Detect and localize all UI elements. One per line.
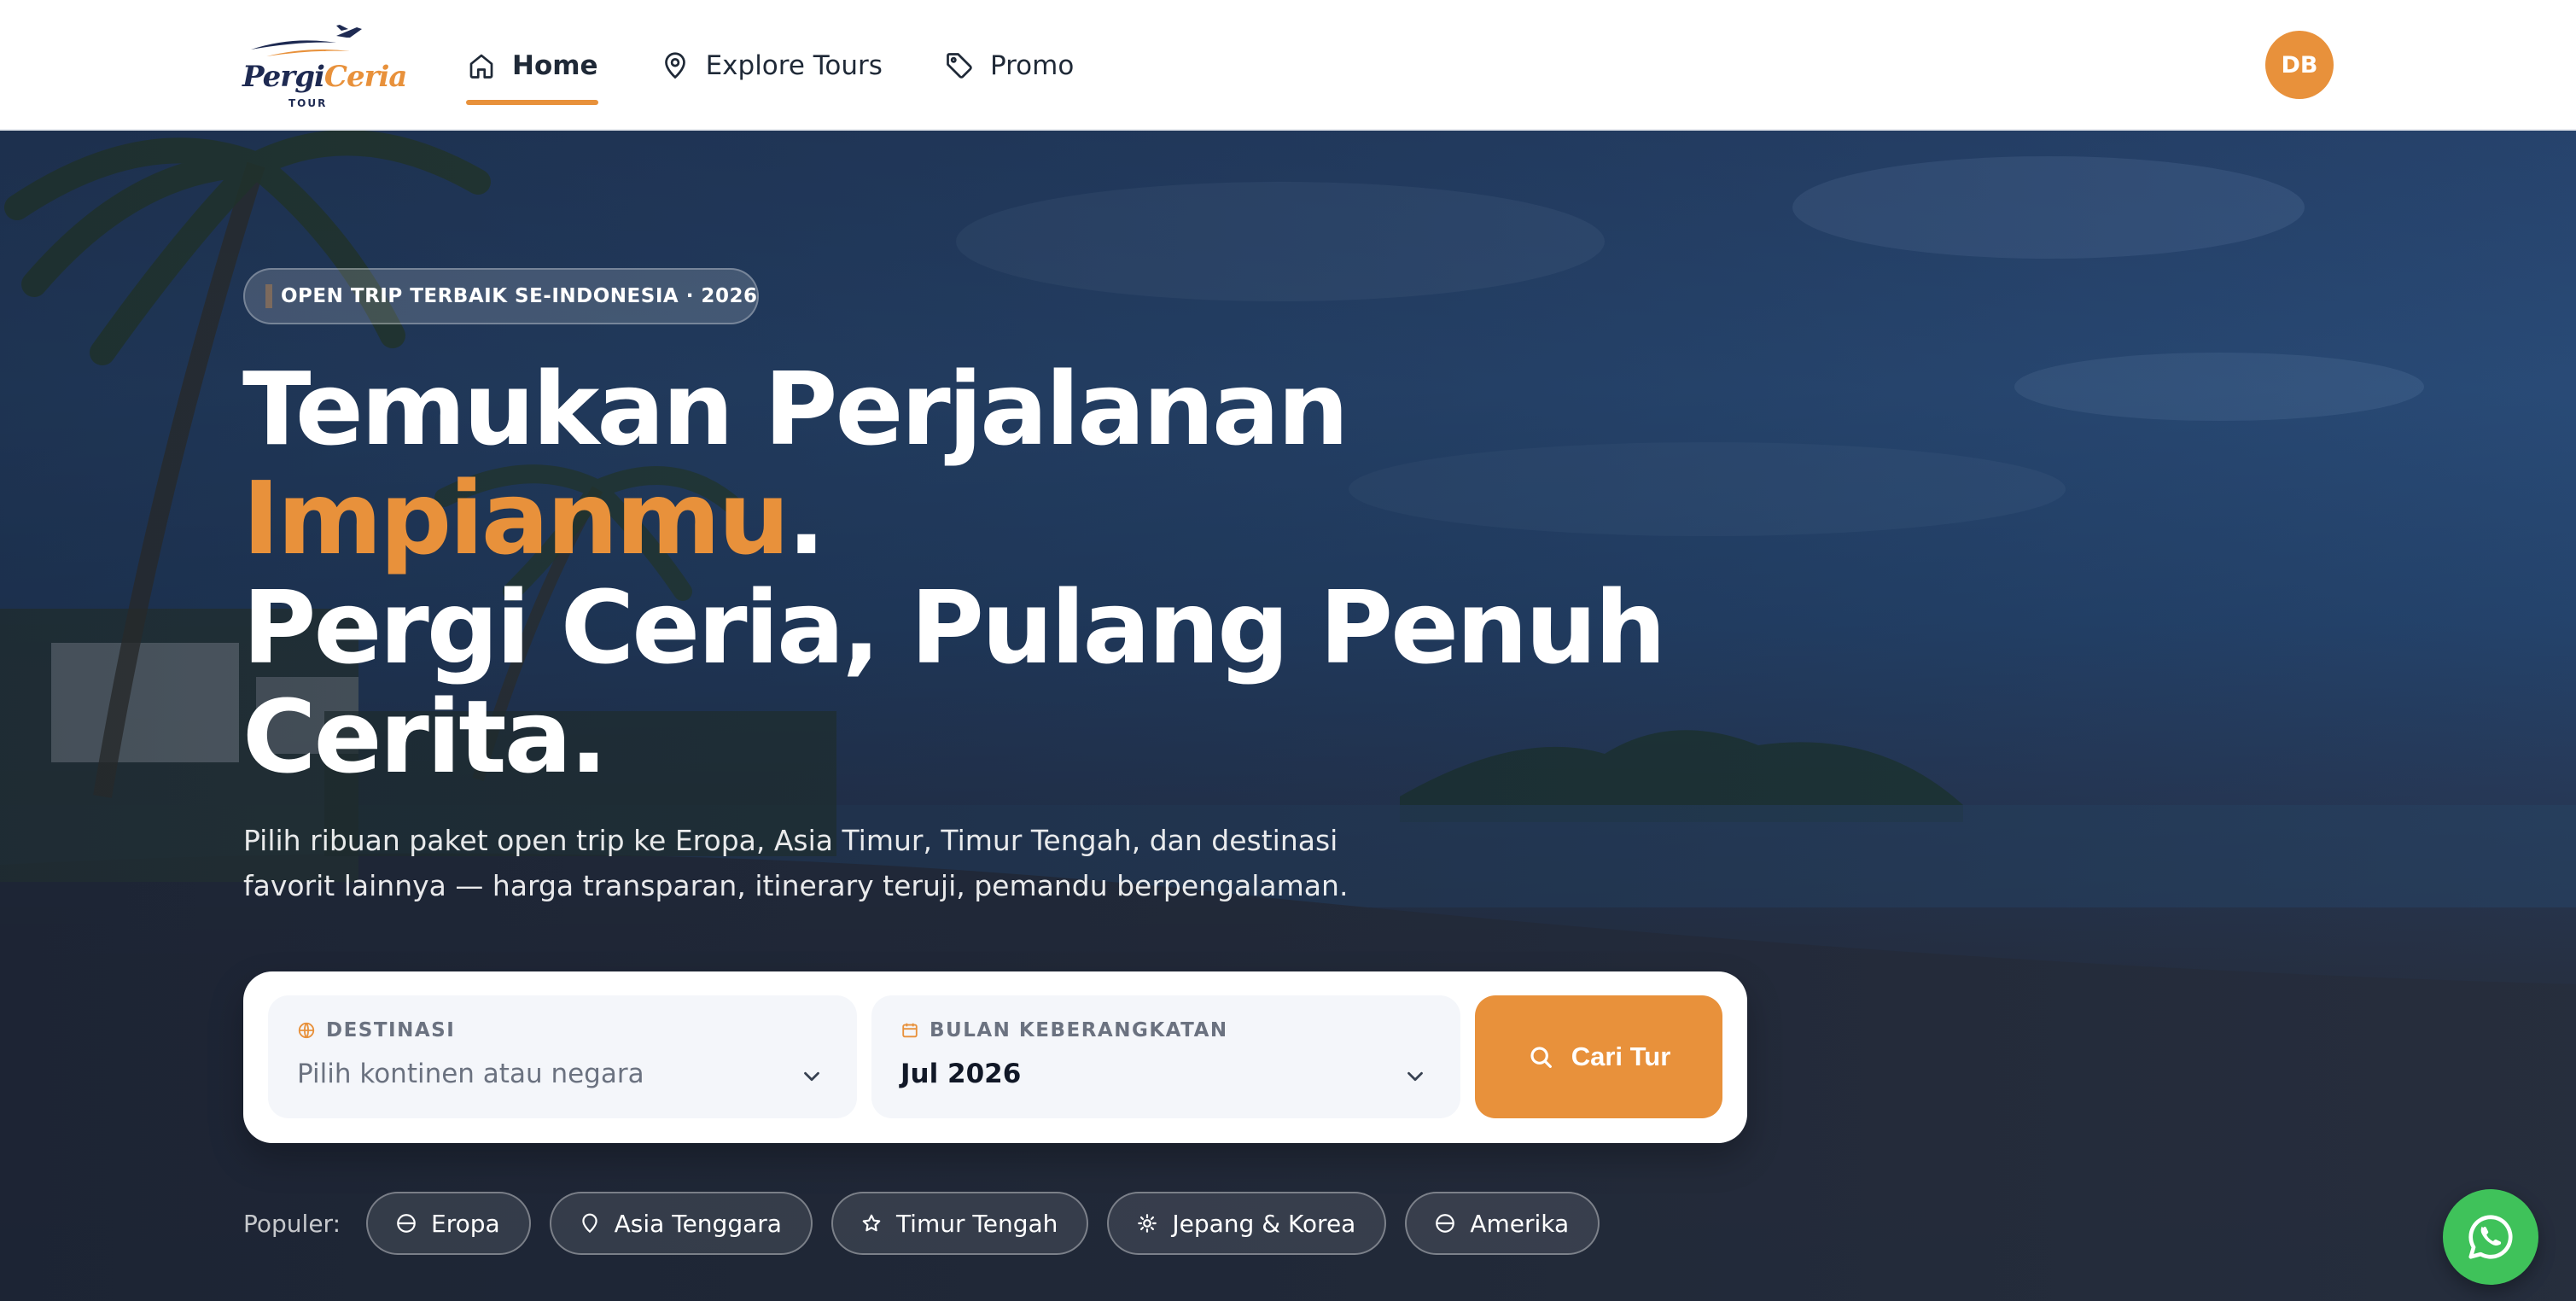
hero-section: OPEN TRIP TERBAIK SE-INDONESIA · 2026 Te… [0,131,2576,1301]
map-pin-icon [581,1213,597,1234]
chip-eropa[interactable]: Eropa [366,1192,531,1255]
chip-label: Jepang & Korea [1172,1209,1356,1238]
destination-label: DESTINASI [326,1019,456,1041]
nav-promo[interactable]: Promo [944,0,1074,131]
headline-line-2: Impianmu. [242,464,1608,573]
nav-promo-label: Promo [989,50,1075,81]
search-icon [1530,1047,1552,1068]
popular-label: Populer: [243,1209,341,1238]
whatsapp-icon [2468,1215,2513,1259]
month-label: BULAN KEBERANGKATAN [930,1019,1228,1041]
month-value: Jul 2026 [900,1059,1022,1089]
chip-amerika[interactable]: Amerika [1405,1192,1600,1255]
month-label-row: BULAN KEBERANGKATAN [900,1019,1431,1041]
chevron-down-icon [1407,1071,1423,1082]
headline-accent: Impianmu [242,459,790,577]
search-button-label: Cari Tur [1571,1041,1671,1071]
hero-subtitle-line-2: favorit lainnya — harga transparan, itin… [243,869,1349,902]
chip-label: Asia Tenggara [614,1209,782,1238]
headline-line-3: Pergi Ceria, Pulang Penuh [242,569,1666,686]
nav-explore-tours[interactable]: Explore Tours [660,0,883,131]
chip-label: Timur Tengah [895,1209,1058,1238]
map-pin-icon [664,51,685,79]
chip-jepang-korea[interactable]: Jepang & Korea [1107,1192,1387,1255]
user-avatar[interactable]: DB [2265,31,2334,99]
top-navbar: PergiCeria TOUR Home Explore Tours Promo… [0,0,2576,131]
globe-icon [1436,1214,1455,1233]
globe-icon [298,1022,315,1039]
headline-line-1: Temukan Perjalanan [242,350,1349,468]
destination-select[interactable]: DESTINASI Pilih kontinen atau negara [268,995,857,1118]
main-nav: Home Explore Tours Promo [466,0,1074,131]
nav-home[interactable]: Home [466,0,598,131]
headline-line-4: Cerita. [242,678,608,796]
chip-timur-tengah[interactable]: Timur Tengah [830,1192,1089,1255]
whatsapp-chat-button[interactable] [2443,1189,2538,1285]
logo-subtitle: TOUR [288,97,328,109]
home-icon [469,54,493,79]
search-tours-button[interactable]: Cari Tur [1475,995,1722,1118]
hero-subtitle-line-1: Pilih ribuan paket open trip ke Eropa, A… [243,824,1338,857]
star-icon [862,1214,881,1232]
hero-headline: Temukan Perjalanan Impianmu. Pergi Ceria… [242,350,1666,796]
destination-label-row: DESTINASI [297,1019,828,1041]
globe-icon [397,1214,416,1233]
hero-badge: OPEN TRIP TERBAIK SE-INDONESIA · 2026 [243,268,759,324]
popular-destinations: Populer: Eropa Asia Tenggara Timur Tenga… [243,1192,1600,1255]
chevron-down-icon [804,1071,819,1082]
hero-subtitle: Pilih ribuan paket open trip ke Eropa, A… [243,818,1353,908]
calendar-icon [902,1023,918,1038]
departure-month-select[interactable]: BULAN KEBERANGKATAN Jul 2026 [871,995,1460,1118]
headline-accent-suffix: . [787,459,825,577]
hero-badge-text: OPEN TRIP TERBAIK SE-INDONESIA · 2026 [281,285,758,307]
tour-search-card: DESTINASI Pilih kontinen atau negara BUL… [243,971,1747,1143]
destination-placeholder: Pilih kontinen atau negara [297,1059,644,1089]
tag-icon [947,52,972,79]
chip-label: Amerika [1470,1209,1570,1238]
chip-label: Eropa [431,1209,500,1238]
chip-asia-tenggara[interactable]: Asia Tenggara [549,1192,813,1255]
pergi-ceria-logo[interactable]: PergiCeria TOUR [241,17,407,113]
sun-icon [1138,1214,1157,1233]
logo-wordmark: PergiCeria [242,60,407,94]
nav-home-label: Home [512,50,598,81]
nav-explore-tours-label: Explore Tours [705,50,883,81]
